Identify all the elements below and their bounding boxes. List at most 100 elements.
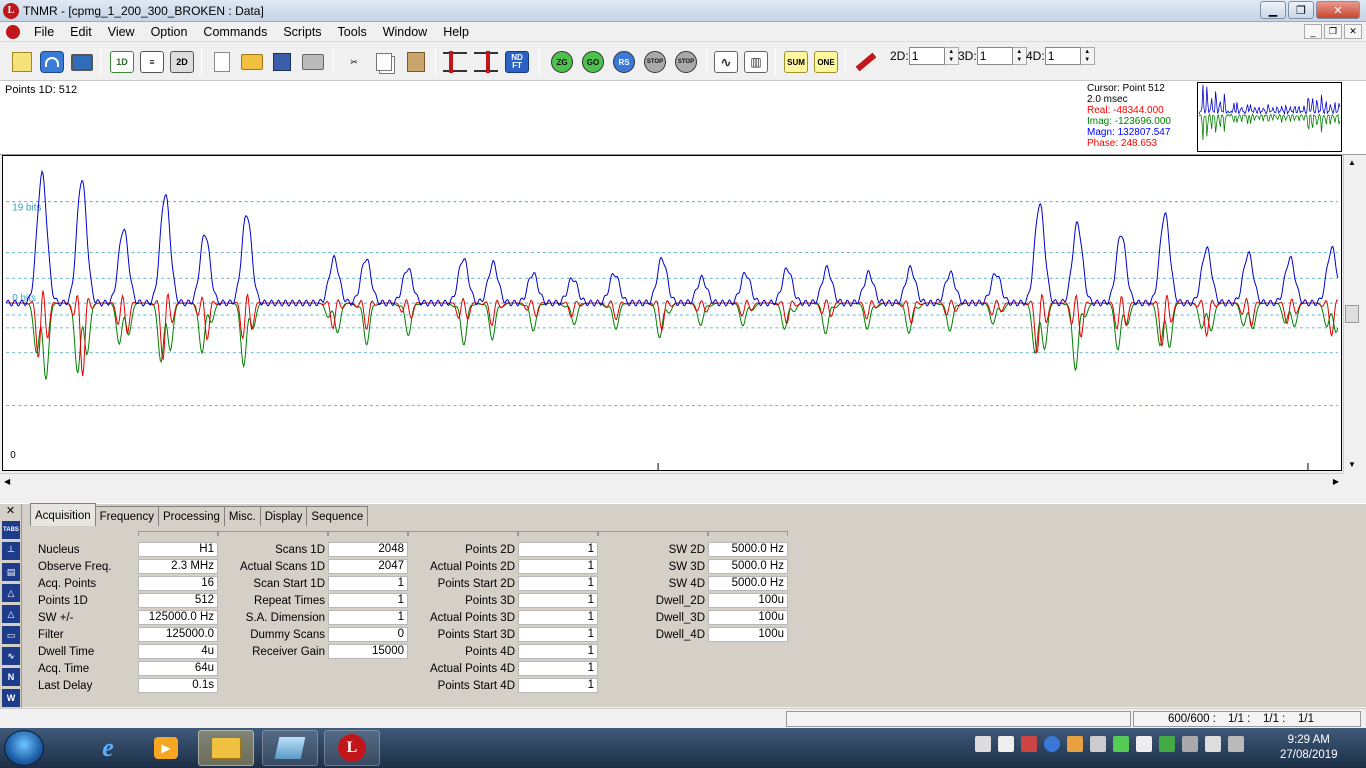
scroll-down-arrow[interactable]: ▼ [1344, 457, 1360, 473]
scroll-up-arrow[interactable]: ▲ [1344, 155, 1360, 171]
param-value-field[interactable]: 1 [518, 627, 598, 642]
mdi-close-button[interactable]: ✕ [1344, 24, 1362, 39]
plot-horizontal-scrollbar[interactable]: ◀ ▶ [0, 473, 1343, 491]
monitor-tray-icon[interactable] [1159, 736, 1175, 752]
panel-close-icon[interactable]: ✕ [0, 504, 21, 518]
plot-vertical-scrollbar[interactable]: ▲ ▼ [1343, 155, 1360, 473]
mdi-restore-button[interactable]: ❐ [1324, 24, 1342, 39]
param-value-field[interactable]: 125000.0 [138, 627, 218, 642]
wave-view-icon[interactable]: ∿ [712, 48, 740, 76]
param-value-field[interactable]: 512 [138, 593, 218, 608]
param-value-field[interactable]: 1 [518, 661, 598, 676]
volume-icon[interactable] [1090, 736, 1106, 752]
param-value-field[interactable]: 1 [518, 542, 598, 557]
param-value-field[interactable]: 0 [328, 627, 408, 642]
param-value-field[interactable]: 4u [138, 644, 218, 659]
cut-icon[interactable]: ✂ [340, 48, 368, 76]
grid-icon[interactable] [998, 736, 1014, 752]
open-folder-icon[interactable] [238, 48, 266, 76]
param-value-field[interactable]: 1 [518, 593, 598, 608]
tab-frequency[interactable]: Frequency [94, 506, 159, 526]
close-button[interactable]: ✕ [1316, 1, 1360, 19]
one-button[interactable]: ONE [812, 48, 840, 76]
mdi-minimize-button[interactable]: _ [1304, 24, 1322, 39]
clock[interactable]: 9:29 AM 27/08/2019 [1280, 733, 1338, 763]
tnmr-taskbar-icon[interactable]: L [324, 730, 380, 766]
sum-button[interactable]: SUM [782, 48, 810, 76]
app-taskbar-icon[interactable] [262, 730, 318, 766]
param-value-field[interactable]: 125000.0 Hz [138, 610, 218, 625]
monitor-icon[interactable] [68, 48, 96, 76]
baseline-button[interactable]: ┴ [2, 542, 20, 560]
display-icon[interactable] [1205, 736, 1221, 752]
security-icon[interactable] [1113, 736, 1129, 752]
param-value-field[interactable]: 1 [518, 678, 598, 693]
param-value-field[interactable]: 100u [708, 610, 788, 625]
maximize-button[interactable]: ❐ [1288, 1, 1314, 19]
menu-scripts[interactable]: Scripts [275, 25, 329, 39]
slider-adjust-icon[interactable] [441, 48, 469, 76]
param-value-field[interactable]: 5000.0 Hz [708, 559, 788, 574]
overview-plot[interactable] [1197, 82, 1342, 152]
zg-button[interactable]: ZG [548, 48, 576, 76]
2d-view-button[interactable]: 2D [168, 48, 196, 76]
rs-button[interactable]: RS [610, 48, 638, 76]
1d-view-button[interactable]: 1D [108, 48, 136, 76]
w-button[interactable]: W [2, 689, 20, 707]
param-value-field[interactable]: 2.3 MHz [138, 559, 218, 574]
tab-misc[interactable]: Misc. [223, 506, 261, 526]
wave-button[interactable]: ∿ [2, 647, 20, 665]
tab-display[interactable]: Display [259, 506, 308, 526]
scroll-right-arrow[interactable]: ▶ [1333, 477, 1339, 486]
scroll-left-arrow[interactable]: ◀ [4, 477, 10, 486]
new-file-icon[interactable] [208, 48, 236, 76]
param-value-field[interactable]: 100u [708, 593, 788, 608]
notepad-icon[interactable] [8, 48, 36, 76]
explorer-icon[interactable] [198, 730, 254, 766]
menu-option[interactable]: Option [143, 25, 196, 39]
param-value-field[interactable]: 15000 [328, 644, 408, 659]
bar-view-icon[interactable]: ▥ [742, 48, 770, 76]
tabs-button[interactable]: TABS [2, 521, 20, 539]
scroll-thumb[interactable] [1345, 305, 1359, 323]
param-value-field[interactable]: 0.1s [138, 678, 218, 693]
tnmr-app-icon[interactable]: L [3, 2, 19, 19]
slider-adjust2-icon[interactable] [472, 48, 500, 76]
copy-icon[interactable] [370, 48, 398, 76]
param-value-field[interactable]: 5000.0 Hz [708, 542, 788, 557]
stop-all-button[interactable]: STOP [672, 48, 700, 76]
param-value-field[interactable]: 1 [328, 593, 408, 608]
stop-button[interactable]: STOP [641, 48, 669, 76]
tab-processing[interactable]: Processing [157, 506, 225, 526]
hammer-icon[interactable] [852, 48, 880, 76]
internet-explorer-icon[interactable]: e [80, 730, 136, 766]
table-button[interactable]: ▤ [2, 563, 20, 581]
param-value-field[interactable]: 16 [138, 576, 218, 591]
peak-button[interactable]: △ [2, 584, 20, 602]
network-icon[interactable] [1067, 736, 1083, 752]
go-button[interactable]: GO [579, 48, 607, 76]
tab-sequence[interactable]: Sequence [306, 506, 369, 526]
dim-3d-arrows[interactable]: ▲ ▼ [1012, 47, 1027, 65]
print-icon[interactable] [299, 48, 327, 76]
dim-2d-arrows[interactable]: ▲ ▼ [944, 47, 959, 65]
menu-file[interactable]: File [26, 25, 62, 39]
param-value-field[interactable]: 1 [328, 610, 408, 625]
paste-icon[interactable] [402, 48, 430, 76]
window-button[interactable]: ▭ [2, 626, 20, 644]
param-value-field[interactable]: 1 [518, 610, 598, 625]
device-icon[interactable] [1136, 736, 1152, 752]
n-button[interactable]: N [2, 668, 20, 686]
dim-2d-input[interactable]: 1 [908, 47, 945, 65]
menu-commands[interactable]: Commands [195, 25, 275, 39]
dim-3d-input[interactable]: 1 [976, 47, 1013, 65]
menu-view[interactable]: View [100, 25, 143, 39]
param-value-field[interactable]: 100u [708, 627, 788, 642]
media-player-icon[interactable]: ▶ [138, 730, 194, 766]
nd-ft-button[interactable]: ND FT [503, 48, 531, 76]
param-value-field[interactable]: 64u [138, 661, 218, 676]
param-value-field[interactable]: H1 [138, 542, 218, 557]
dim-4d-input[interactable]: 1 [1044, 47, 1081, 65]
menu-help[interactable]: Help [435, 25, 477, 39]
dim-4d-arrows[interactable]: ▲ ▼ [1080, 47, 1095, 65]
